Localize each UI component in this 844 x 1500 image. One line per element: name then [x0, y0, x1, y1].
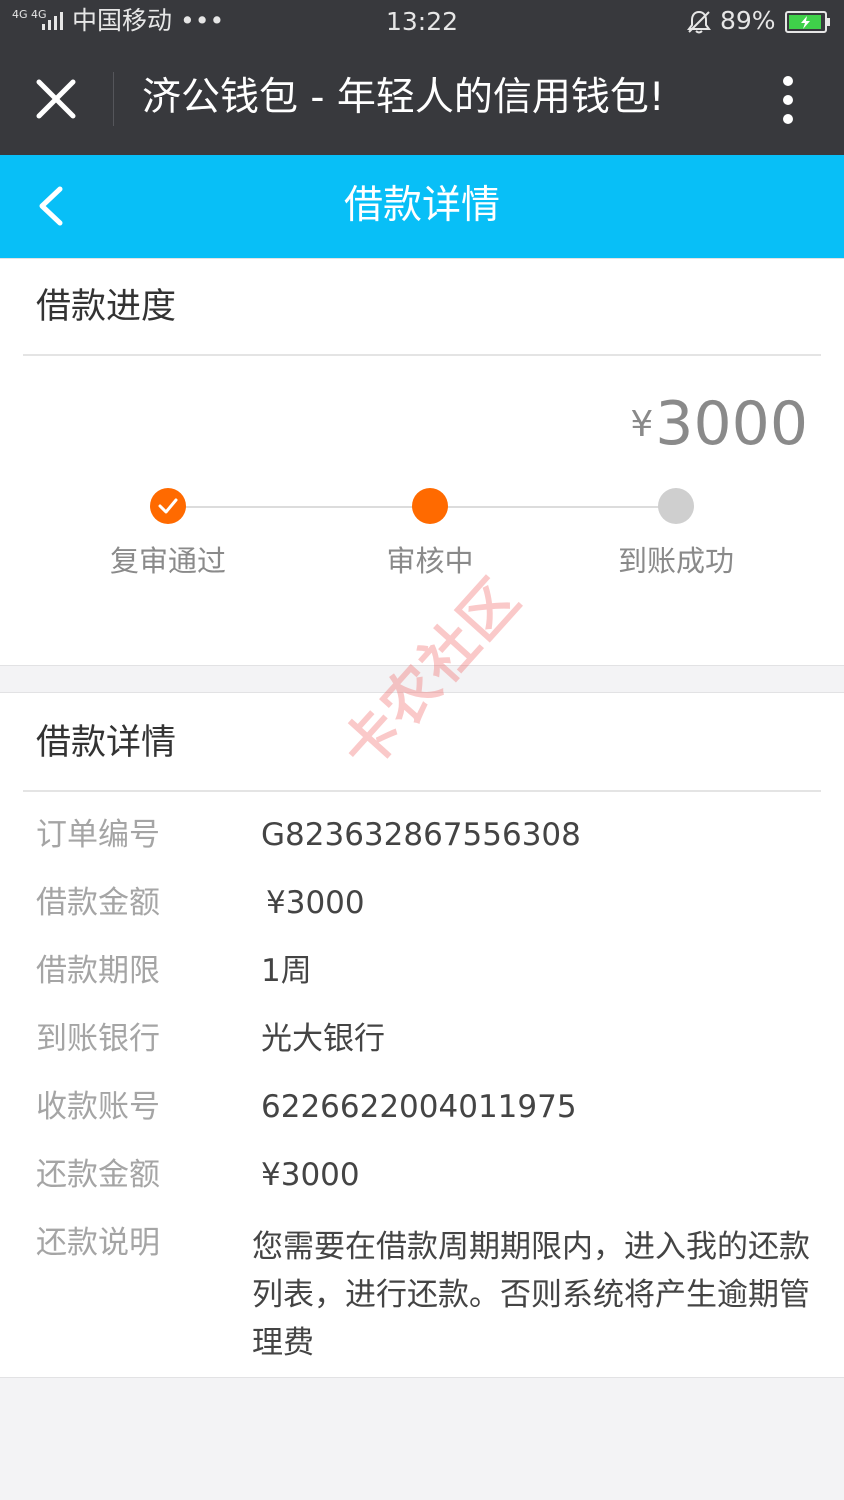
repayment-description: 您需要在借款周期期限内，进入我的还款列表，进行还款。否则系统将产生逾期管理费	[252, 1229, 810, 1361]
order-number: G823632867556308	[261, 817, 581, 853]
detail-label: 到账银行	[36, 1021, 160, 1057]
section-divider	[23, 790, 821, 792]
more-options-icon[interactable]	[776, 75, 800, 125]
currency-symbol: ¥	[630, 404, 654, 445]
step-done-dot	[150, 488, 186, 524]
title-separator	[113, 72, 114, 126]
amount-number: 3000	[655, 389, 808, 459]
loan-amount: ¥3000	[630, 389, 808, 460]
status-bar: 4G 4G 中国移动 ••• 13:22 89%	[0, 0, 844, 42]
detail-label: 还款金额	[36, 1157, 160, 1193]
section-divider	[23, 354, 821, 356]
check-icon	[158, 498, 178, 514]
battery-percent: 89%	[720, 6, 776, 35]
step-pending-dot	[658, 488, 694, 524]
battery-icon	[785, 11, 830, 33]
detail-label: 订单编号	[36, 817, 160, 853]
progress-track	[168, 506, 430, 508]
detail-label: 借款期限	[36, 953, 160, 989]
details-section-title: 借款详情	[36, 723, 177, 763]
page-title: 借款详情	[343, 183, 500, 228]
page-header: 借款详情	[0, 155, 844, 258]
loan-details-card: 借款详情 订单编号 G823632867556308 借款金额 ¥3000 借款…	[0, 692, 844, 1378]
account-number: 6226622004011975	[261, 1089, 577, 1125]
step-label: 到账成功	[617, 544, 734, 578]
detail-label: 收款账号	[36, 1089, 160, 1125]
progress-section-title: 借款进度	[36, 287, 177, 327]
mute-bell-icon	[687, 10, 711, 34]
detail-label: 借款金额	[36, 885, 160, 921]
progress-track	[430, 506, 676, 508]
receiving-bank: 光大银行	[261, 1021, 385, 1057]
detail-label: 还款说明	[36, 1225, 160, 1261]
loan-progress-card: 借款进度 ¥3000 复审通过 审核中 到账成功	[0, 258, 844, 666]
step-label: 审核中	[386, 544, 474, 578]
step-label: 复审通过	[109, 544, 226, 578]
loan-term: 1周	[261, 953, 312, 989]
repayment-amount: ¥3000	[261, 1157, 360, 1193]
step-current-dot	[412, 488, 448, 524]
status-time: 13:22	[385, 7, 459, 36]
loan-amount-value: ¥3000	[266, 885, 365, 921]
close-icon[interactable]	[36, 79, 76, 119]
webview-title-bar: 济公钱包 - 年轻人的信用钱包!	[0, 42, 844, 155]
webview-title: 济公钱包 - 年轻人的信用钱包!	[142, 75, 665, 120]
